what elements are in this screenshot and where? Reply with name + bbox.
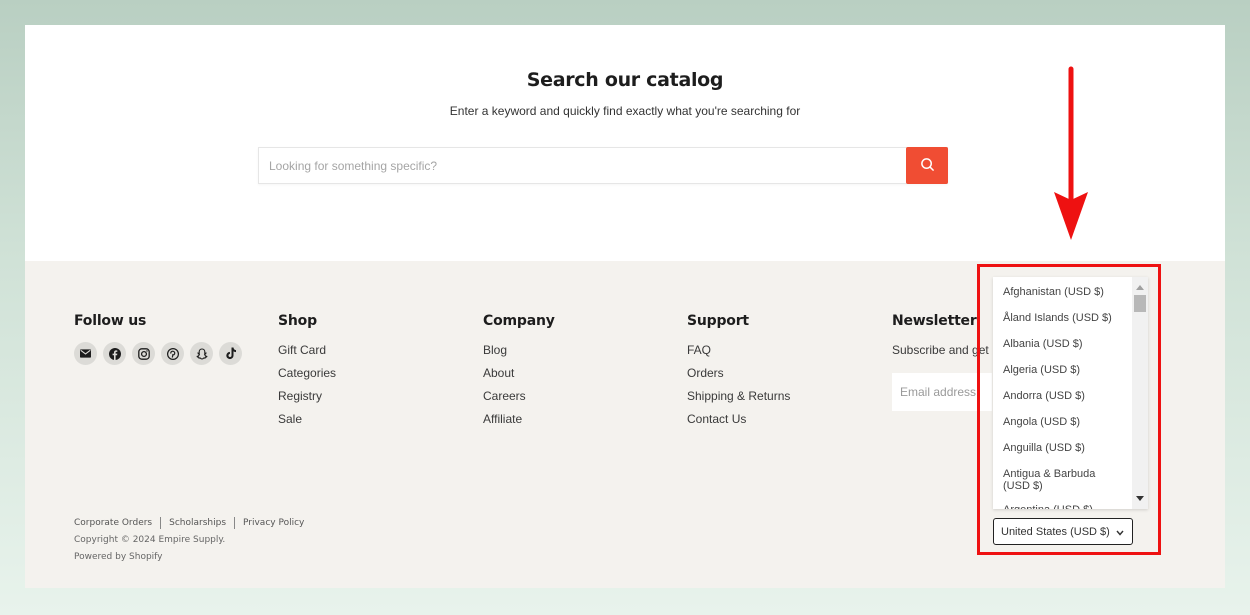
country-currency-select[interactable]: United States (USD $) <box>993 518 1133 545</box>
support-link-contact-us[interactable]: Contact Us <box>687 412 746 426</box>
search-form <box>258 147 948 184</box>
dropdown-scrollbar[interactable] <box>1132 277 1148 509</box>
newsletter-text: Subscribe and get : <box>892 343 996 357</box>
pinterest-icon[interactable] <box>161 342 184 365</box>
country-option[interactable]: Angola (USD $) <box>993 407 1132 433</box>
search-subtitle: Enter a keyword and quickly find exactly… <box>449 104 801 118</box>
snapchat-icon[interactable] <box>190 342 213 365</box>
copyright-text: Copyright © 2024 Empire Supply. <box>74 535 226 545</box>
company-link-affiliate[interactable]: Affiliate <box>483 412 522 426</box>
shop-link-sale[interactable]: Sale <box>278 412 302 426</box>
footer-bottom-links: Corporate Orders Scholarships Privacy Po… <box>74 517 304 529</box>
search-input[interactable] <box>259 148 906 183</box>
support-link-shipping-returns[interactable]: Shipping & Returns <box>687 389 790 403</box>
shop-link-gift-card[interactable]: Gift Card <box>278 343 326 357</box>
scroll-thumb[interactable] <box>1134 295 1146 312</box>
privacy-policy-link[interactable]: Privacy Policy <box>243 518 304 528</box>
support-heading: Support <box>687 313 749 329</box>
footer-company: Company Blog About Careers Affiliate <box>483 313 555 435</box>
powered-by-shopify-link[interactable]: Powered by Shopify <box>74 552 163 562</box>
email-icon[interactable] <box>74 342 97 365</box>
country-dropdown-list[interactable]: Afghanistan (USD $) Åland Islands (USD $… <box>993 277 1148 509</box>
newsletter-heading: Newsletter <box>892 313 977 329</box>
search-section: Search our catalog Enter a keyword and q… <box>25 25 1225 261</box>
country-option[interactable]: Albania (USD $) <box>993 329 1132 355</box>
newsletter-email-input[interactable] <box>892 373 992 411</box>
footer-follow-us: Follow us <box>74 313 242 365</box>
selected-country: United States (USD $) <box>1001 525 1110 538</box>
shop-heading: Shop <box>278 313 317 329</box>
chevron-down-icon <box>1116 527 1124 539</box>
instagram-icon[interactable] <box>132 342 155 365</box>
shop-link-registry[interactable]: Registry <box>278 389 322 403</box>
company-link-careers[interactable]: Careers <box>483 389 526 403</box>
search-title: Search our catalog <box>526 69 724 91</box>
tiktok-icon[interactable] <box>219 342 242 365</box>
powered-by: Powered by Shopify <box>74 552 163 562</box>
country-option[interactable]: Algeria (USD $) <box>993 355 1132 381</box>
support-link-orders[interactable]: Orders <box>687 366 724 380</box>
divider <box>160 517 162 529</box>
corporate-orders-link[interactable]: Corporate Orders <box>74 518 152 528</box>
company-link-about[interactable]: About <box>483 366 514 380</box>
country-option[interactable]: Andorra (USD $) <box>993 381 1132 407</box>
scroll-down-arrow-icon[interactable] <box>1136 496 1144 501</box>
social-icons <box>74 342 242 365</box>
country-option[interactable]: Argentina (USD $) <box>993 495 1132 509</box>
divider <box>234 517 236 529</box>
shop-link-categories[interactable]: Categories <box>278 366 336 380</box>
company-link-blog[interactable]: Blog <box>483 343 507 357</box>
country-option[interactable]: Anguilla (USD $) <box>993 433 1132 459</box>
support-link-faq[interactable]: FAQ <box>687 343 711 357</box>
country-option[interactable]: Afghanistan (USD $) <box>993 277 1132 303</box>
country-option[interactable]: Antigua & Barbuda (USD $) <box>993 459 1132 495</box>
facebook-icon[interactable] <box>103 342 126 365</box>
follow-us-heading: Follow us <box>74 313 147 329</box>
company-heading: Company <box>483 313 555 329</box>
scroll-up-arrow-icon[interactable] <box>1136 285 1144 290</box>
footer-newsletter: Newsletter Subscribe and get : <box>892 313 995 411</box>
search-button[interactable] <box>906 147 948 184</box>
search-icon <box>920 157 935 175</box>
footer-shop: Shop Gift Card Categories Registry Sale <box>278 313 336 435</box>
scholarships-link[interactable]: Scholarships <box>169 518 226 528</box>
footer-support: Support FAQ Orders Shipping & Returns Co… <box>687 313 790 435</box>
country-option[interactable]: Åland Islands (USD $) <box>993 303 1132 329</box>
